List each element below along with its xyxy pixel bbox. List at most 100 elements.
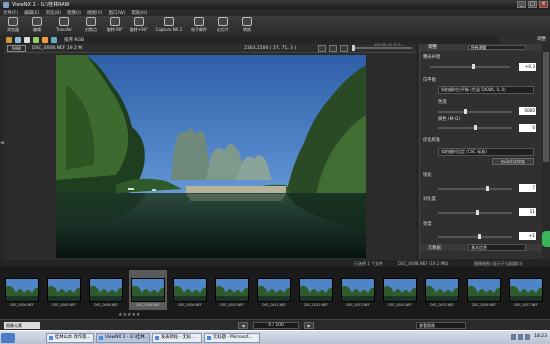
adjust-panel-title: 调整 bbox=[428, 45, 437, 50]
temperature-value[interactable]: 5000 bbox=[519, 107, 536, 115]
previous-image-button[interactable]: ◀ bbox=[238, 322, 248, 329]
viewnx-window: ViewNX 2 - G:\桂林RAW _ □ × 文件(F) 编辑(E) 浏览… bbox=[0, 0, 550, 344]
close-button[interactable]: × bbox=[539, 1, 548, 8]
zoom-slider[interactable] bbox=[352, 45, 412, 51]
clock: 18:23 bbox=[534, 334, 547, 339]
landscape-photo bbox=[56, 55, 366, 258]
exposure-slider-thumb[interactable] bbox=[472, 64, 475, 69]
fit-screen-button[interactable] bbox=[318, 45, 326, 52]
filmstrip-thumbnail[interactable]: DSC_0012.NEF bbox=[297, 278, 335, 310]
tray-icon[interactable] bbox=[525, 334, 530, 340]
filmstrip-thumbnail[interactable]: DSC_0005.NEF bbox=[45, 278, 83, 310]
brightness-slider-thumb[interactable] bbox=[478, 234, 481, 239]
convert-button[interactable]: 转换 bbox=[236, 16, 258, 33]
filmstrip-thumbnail[interactable]: DSC_0010.NEF bbox=[213, 278, 251, 310]
folder-icon[interactable] bbox=[6, 37, 12, 43]
filmstrip-thumbnail[interactable]: DSC_0008.NEF bbox=[129, 270, 167, 310]
thumbnail-image bbox=[131, 278, 165, 302]
maximize-button[interactable]: □ bbox=[528, 1, 537, 8]
menu-help[interactable]: 帮助(H) bbox=[131, 10, 147, 16]
taskbar-item-viewnx[interactable]: ViewNX 2 - G:\桂林... bbox=[96, 333, 150, 343]
menu-image[interactable]: 图像(I) bbox=[67, 10, 81, 16]
rating-stars[interactable]: ★★★★★ bbox=[118, 312, 140, 318]
white-balance-select[interactable]: 如拍摄时白平衡 (色温 5000K, 0, 0) bbox=[438, 86, 534, 94]
slideshow-button[interactable]: 幻灯片 bbox=[212, 16, 234, 33]
adjust-tab[interactable]: 调整 bbox=[498, 36, 550, 44]
status-bar: 已选择 1 个文件 DSC_0008.NEF (19.2 MB) 图像视图 (显… bbox=[0, 260, 550, 267]
label-filter-icon[interactable] bbox=[42, 37, 48, 43]
taskbar-item-4[interactable]: 无标题 - Microsof... bbox=[204, 333, 260, 343]
temperature-slider[interactable] bbox=[438, 109, 512, 114]
edit-button[interactable]: 编辑 bbox=[26, 16, 48, 33]
metadata-header[interactable]: 元数据 基本信息 bbox=[420, 244, 543, 251]
minimize-button[interactable]: _ bbox=[517, 1, 526, 8]
rating-filter-icon[interactable] bbox=[51, 37, 57, 43]
filmstrip-thumbnail[interactable]: DSC_0004.NEF bbox=[3, 278, 41, 310]
filmstrip-thumbnail[interactable]: DSC_0013.NEF bbox=[339, 278, 377, 310]
taskbar-item-3[interactable]: 发表新帖 - 无标... bbox=[152, 333, 202, 343]
filmstrip-thumbnail[interactable]: DSC_0011.NEF bbox=[255, 278, 293, 310]
tint-value[interactable]: 0 bbox=[519, 124, 536, 132]
panel-scrollbar[interactable] bbox=[542, 44, 550, 259]
filmstrip-thumbnail[interactable]: DSC_0006.NEF bbox=[87, 278, 125, 310]
image-view-icon[interactable] bbox=[24, 37, 30, 43]
focus-point-button[interactable]: 对焦点 bbox=[80, 16, 102, 33]
exposure-slider[interactable] bbox=[430, 64, 510, 69]
white-balance-label: 白平衡 bbox=[423, 78, 436, 83]
filmstrip-thumbnail[interactable]: DSC_0009.NEF bbox=[171, 278, 209, 310]
sharpening-value[interactable]: 7 bbox=[519, 184, 536, 192]
email-button[interactable]: 电子邮件 bbox=[188, 16, 210, 33]
transfer-button[interactable]: Transfer bbox=[50, 16, 78, 32]
adjust-panel-header[interactable]: 调整 所有调整 bbox=[420, 44, 543, 51]
compare-view-icon[interactable] bbox=[33, 37, 39, 43]
filmstrip-thumbnail[interactable]: DSC_0015.NEF bbox=[423, 278, 461, 310]
picture-control-select[interactable]: 如拍摄时设定 (CSC 标准) bbox=[438, 148, 534, 156]
filter-input[interactable]: 图像元素 bbox=[4, 322, 40, 329]
thumbnail-filename: DSC_0006.NEF bbox=[94, 303, 118, 307]
start-button[interactable] bbox=[1, 333, 15, 343]
adjust-preset-select[interactable]: 所有调整 bbox=[468, 45, 526, 50]
menu-window[interactable]: 窗口(W) bbox=[109, 10, 126, 16]
menu-file[interactable]: 文件(F) bbox=[3, 10, 18, 16]
temperature-slider-thumb[interactable] bbox=[464, 109, 467, 114]
thumbnail-view-icon[interactable] bbox=[15, 37, 21, 43]
image-viewer[interactable] bbox=[4, 53, 416, 260]
filmstrip-thumbnail[interactable]: DSC_0014.NEF bbox=[381, 278, 419, 310]
filmstrip-thumbnail[interactable]: DSC_0016.NEF bbox=[465, 278, 503, 310]
sharpening-slider[interactable] bbox=[438, 186, 512, 191]
rotate-left-button[interactable]: 旋转-90° bbox=[104, 16, 126, 33]
launch-picture-control-button[interactable]: 启动优化校准 bbox=[492, 158, 534, 165]
menu-browse[interactable]: 浏览(B) bbox=[45, 10, 61, 16]
menu-view[interactable]: 视图(V) bbox=[87, 10, 103, 16]
capture-nx-button[interactable]: Capture NX 2 bbox=[152, 16, 186, 32]
thumbnail-filename: DSC_0015.NEF bbox=[430, 303, 454, 307]
next-image-button[interactable]: ▶ bbox=[304, 322, 314, 329]
tint-slider[interactable] bbox=[438, 125, 512, 130]
contrast-slider[interactable] bbox=[438, 210, 512, 215]
actual-size-button[interactable] bbox=[329, 45, 337, 52]
brightness-slider[interactable] bbox=[438, 234, 512, 239]
pixel-coordinates: 2303,1500 ( 27, 71, 3 ) bbox=[244, 46, 297, 51]
rotate-right-button[interactable]: 旋转+90° bbox=[128, 16, 150, 33]
browser-button[interactable]: 浏览器 bbox=[2, 16, 24, 33]
sharpening-slider-thumb[interactable] bbox=[486, 186, 489, 191]
exposure-value[interactable]: +0.3 bbox=[519, 63, 536, 71]
view-select[interactable]: 查看图像 bbox=[416, 322, 466, 329]
panel-scrollbar-thumb[interactable] bbox=[543, 52, 549, 162]
thumbnail-image bbox=[341, 278, 375, 302]
brightness-value[interactable]: +1 bbox=[519, 232, 536, 240]
filmstrip-thumbnail[interactable]: DSC_0017.NEF bbox=[507, 278, 545, 310]
menu-edit[interactable]: 编辑(E) bbox=[24, 10, 39, 16]
expand-panel-button[interactable] bbox=[542, 231, 550, 247]
tint-slider-thumb[interactable] bbox=[474, 125, 477, 130]
taskbar-item-1[interactable]: 桂林山水 改作版... bbox=[46, 333, 94, 343]
sort-label[interactable]: 排序 RGB bbox=[64, 37, 84, 43]
focus-icon bbox=[86, 17, 96, 26]
contrast-slider-thumb[interactable] bbox=[476, 210, 479, 215]
histogram-button[interactable] bbox=[340, 45, 348, 52]
tray-icon[interactable] bbox=[511, 334, 516, 340]
thumbnail-filename: DSC_0013.NEF bbox=[346, 303, 370, 307]
contrast-value[interactable]: 11 bbox=[519, 208, 536, 216]
metadata-select[interactable]: 基本信息 bbox=[468, 244, 526, 251]
tray-icon[interactable] bbox=[518, 334, 523, 340]
